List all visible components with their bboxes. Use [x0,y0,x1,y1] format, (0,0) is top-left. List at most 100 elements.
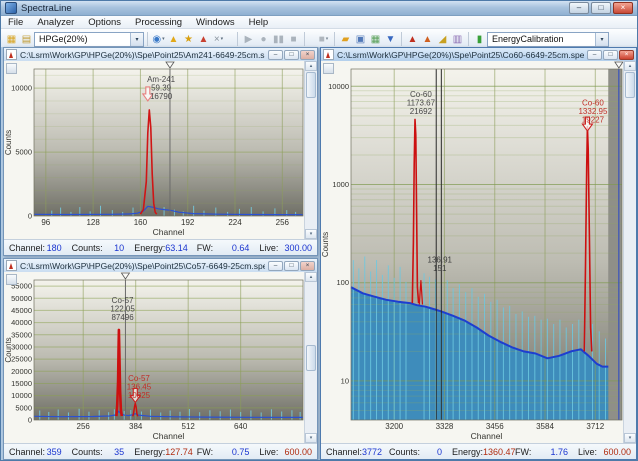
child-window-title: C:\Lsrm\Work\GP\HPGe(20%)\Spe\Point25\Co… [20,261,265,271]
status-channel: Channel:3772 [321,447,384,457]
svg-text:Counts: Counts [4,130,13,155]
report-icon[interactable]: ▥ [450,31,465,47]
calibration-green-icon[interactable]: ▮ [472,31,487,47]
chart-area[interactable]: Co-57122.0587496Co-57136.451082525638451… [4,272,317,443]
close-button[interactable]: × [613,2,633,14]
peak-red-icon[interactable]: ▲ [196,31,211,47]
status-fw: FW:1.76 [510,447,573,457]
svg-text:20000: 20000 [11,367,32,376]
svg-text:35000: 35000 [11,330,32,339]
toolbar-separator [401,32,402,46]
chart-area[interactable]: Co-601173.6721692Co-601332.9519227136.91… [321,61,636,443]
mdi-area: C:\Lsrm\Work\GP\HPGe(20%)\Spe\Point25\Am… [1,47,637,460]
spectrum-file-icon [323,49,334,60]
scroll-thumb[interactable] [625,72,635,98]
scroll-up-icon[interactable] [624,61,636,71]
vertical-scrollbar[interactable] [623,61,636,443]
toolbar-separator [237,32,238,46]
status-fw: FW:0.75 [192,447,255,457]
menu-windows[interactable]: Windows [189,17,242,28]
child-close-button[interactable]: × [300,261,315,271]
svg-text:100: 100 [336,278,349,287]
svg-text:192: 192 [181,218,195,227]
menu-analyzer[interactable]: Analyzer [30,17,81,28]
child-titlebar[interactable]: C:\Lsrm\Work\GP\HPGe(20%)\Spe\Point25\Co… [321,48,636,61]
multi-peak-icon[interactable]: ▲ [420,31,435,47]
child-close-button[interactable]: × [619,50,634,60]
svg-text:45000: 45000 [11,306,32,315]
menu-help[interactable]: Help [242,17,276,28]
play-icon[interactable]: ▶ [241,31,256,47]
pause-icon[interactable]: ▮▮ [271,31,286,47]
svg-text:512: 512 [182,422,196,431]
scroll-thumb[interactable] [306,345,316,371]
spectrum-yellow-icon[interactable]: ▲ [166,31,181,47]
svg-text:384: 384 [129,422,143,431]
chevron-down-icon[interactable] [595,33,608,46]
peak-search-icon[interactable]: ▲ [405,31,420,47]
svg-text:10000: 10000 [11,84,32,93]
maximize-button[interactable]: □ [591,2,611,14]
open-folder-icon[interactable]: ▰ [338,31,353,47]
spectrum-chart[interactable]: Am-24159.391679096128160192224256Channel… [4,61,305,239]
status-counts: Counts:35 [67,447,130,457]
child-maximize-button[interactable]: □ [603,50,618,60]
save-icon[interactable]: ▣ [353,31,368,47]
menu-file[interactable]: File [1,17,30,28]
acquisition-icon[interactable]: ◉ [151,31,166,47]
child-titlebar[interactable]: C:\Lsrm\Work\GP\HPGe(20%)\Spe\Point25\Am… [4,48,317,61]
child-minimize-button[interactable]: – [268,50,283,60]
chart-area[interactable]: Am-24159.391679096128160192224256Channel… [4,61,317,239]
minimize-button[interactable]: – [569,2,589,14]
vertical-scrollbar[interactable] [304,272,317,443]
scroll-thumb[interactable] [306,72,316,98]
status-live: Live:600.00 [254,447,317,457]
child-minimize-button[interactable]: – [587,50,602,60]
child-window-buttons: – □ × [587,50,634,60]
scroll-down-icon[interactable] [305,433,317,443]
connect-icon[interactable]: ▦ [4,31,19,47]
stop-icon[interactable]: ■ [286,31,301,47]
chart-corner-button[interactable] [6,63,17,74]
child-maximize-button[interactable]: □ [284,50,299,60]
scroll-down-icon[interactable] [624,433,636,443]
calibration-select[interactable]: EnergyCalibration [487,32,609,47]
export-image-icon[interactable]: ▦ [368,31,383,47]
detector-select[interactable]: HPGe(20%) [34,32,144,47]
detector-list-icon[interactable]: ▤ [19,31,34,47]
scroll-up-icon[interactable] [305,61,317,71]
clear-icon[interactable]: × [211,31,226,47]
import-icon[interactable]: ▼ [383,31,398,47]
menu-processing[interactable]: Processing [128,17,189,28]
svg-text:256: 256 [77,422,91,431]
menu-options[interactable]: Options [81,17,128,28]
svg-text:128: 128 [86,218,100,227]
scroll-up-icon[interactable] [305,272,317,282]
spectrum-file-icon [6,49,17,60]
spectrum-chart[interactable]: Co-57122.0587496Co-57136.451082525638451… [4,272,305,443]
svg-text:256: 256 [276,218,290,227]
peak-gold-icon[interactable]: ★ [181,31,196,47]
status-bar: Channel:180Counts:10Energy:63.14FW:0.64L… [4,239,317,255]
vertical-scrollbar[interactable] [304,61,317,239]
child-maximize-button[interactable]: □ [284,261,299,271]
child-titlebar[interactable]: C:\Lsrm\Work\GP\HPGe(20%)\Spe\Point25\Co… [4,259,317,272]
svg-text:10000: 10000 [328,82,349,91]
child-close-button[interactable]: × [300,50,315,60]
stop-all-icon[interactable]: ■ [316,31,331,47]
svg-text:3712: 3712 [586,422,604,431]
spectrum-chart[interactable]: Co-601173.6721692Co-601332.9519227136.91… [321,61,624,443]
spectrum-window-co60[interactable]: C:\Lsrm\Work\GP\HPGe(20%)\Spe\Point25\Co… [320,47,637,460]
efficiency-icon[interactable]: ◢ [435,31,450,47]
toolbar-separator [147,32,148,46]
child-minimize-button[interactable]: – [268,261,283,271]
record-icon[interactable]: ● [256,31,271,47]
scroll-down-icon[interactable] [305,229,317,239]
child-window-buttons: – □ × [268,50,315,60]
toolbar-separator [334,32,335,46]
chart-corner-button[interactable] [323,63,334,74]
chart-corner-button[interactable] [6,274,17,285]
spectrum-window-am241[interactable]: C:\Lsrm\Work\GP\HPGe(20%)\Spe\Point25\Am… [3,47,318,256]
chevron-down-icon[interactable] [130,33,143,46]
spectrum-window-co57[interactable]: C:\Lsrm\Work\GP\HPGe(20%)\Spe\Point25\Co… [3,258,318,460]
